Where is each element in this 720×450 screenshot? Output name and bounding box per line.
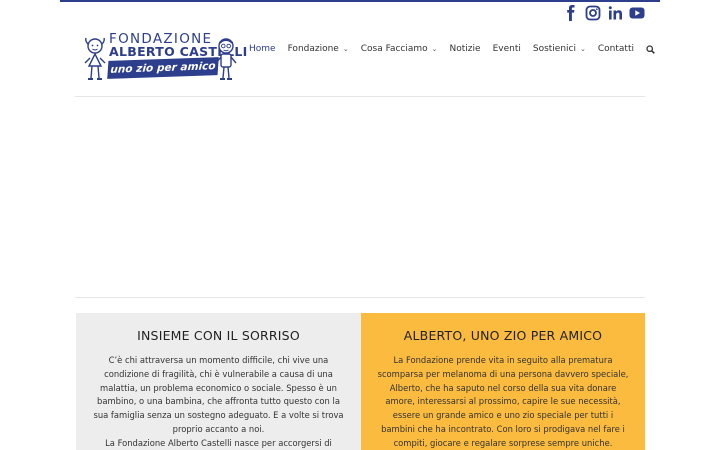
top-accent-bar — [60, 0, 660, 2]
search-button[interactable] — [646, 44, 655, 54]
panel-text: La Fondazione Alberto Castelli nasce per… — [105, 437, 332, 448]
panel-title: INSIEME CON IL SORRISO — [137, 328, 300, 343]
logo-tagline: uno zio per amico — [107, 57, 219, 79]
panel-text: La Fondazione prende vita in seguito all… — [377, 355, 629, 448]
nav-item-label: Cosa Facciamo — [360, 44, 428, 54]
header-divider — [75, 96, 645, 97]
nav-item-fondazione[interactable]: Fondazione ⌄ — [288, 44, 349, 54]
social-links — [560, 5, 648, 22]
nav-item-notizie[interactable]: Notizie — [450, 44, 481, 54]
nav-item-contatti[interactable]: Contatti — [598, 44, 634, 54]
girl-illustration — [84, 37, 106, 80]
site-logo[interactable]: FONDAZIONE ALBERTO CASTELLI uno zio per … — [80, 32, 247, 84]
nav-item-cosa-facciamo[interactable]: Cosa Facciamo ⌄ — [361, 44, 438, 54]
instagram-icon — [585, 5, 601, 21]
panel-alberto: ALBERTO, UNO ZIO PER AMICO La Fondazione… — [361, 313, 645, 450]
hero-divider — [75, 297, 645, 298]
youtube-link[interactable] — [626, 5, 648, 22]
panel-title: ALBERTO, UNO ZIO PER AMICO — [403, 328, 603, 343]
nav-item-label: Sostienici — [532, 44, 576, 54]
uncle-illustration — [215, 38, 237, 80]
panel-insieme: INSIEME CON IL SORRISO C’è chi attravers… — [76, 313, 361, 450]
nav-item-eventi[interactable]: Eventi — [493, 44, 521, 54]
nav-item-sostienici[interactable]: Sostienici ⌄ — [533, 44, 586, 54]
youtube-icon — [629, 7, 645, 19]
nav-item-label: Home — [249, 44, 276, 54]
nav-item-label: Contatti — [597, 44, 634, 54]
facebook-icon — [567, 5, 575, 21]
main-nav: Home Fondazione ⌄ Cosa Facciamo ⌄ Notizi… — [249, 44, 655, 54]
panel-text: C’è chi attraversa un momento difficile,… — [93, 355, 344, 434]
linkedin-icon — [608, 6, 622, 20]
search-icon — [646, 44, 655, 54]
chevron-down-icon: ⌄ — [431, 45, 438, 53]
linkedin-link[interactable] — [604, 5, 626, 22]
nav-item-label: Fondazione — [287, 44, 339, 54]
instagram-link[interactable] — [582, 5, 604, 22]
chevron-down-icon: ⌄ — [580, 45, 586, 53]
nav-item-label: Eventi — [492, 44, 521, 54]
nav-item-label: Notizie — [449, 44, 481, 54]
facebook-link[interactable] — [560, 5, 582, 22]
chevron-down-icon: ⌄ — [342, 45, 349, 53]
nav-item-home[interactable]: Home — [249, 44, 276, 54]
